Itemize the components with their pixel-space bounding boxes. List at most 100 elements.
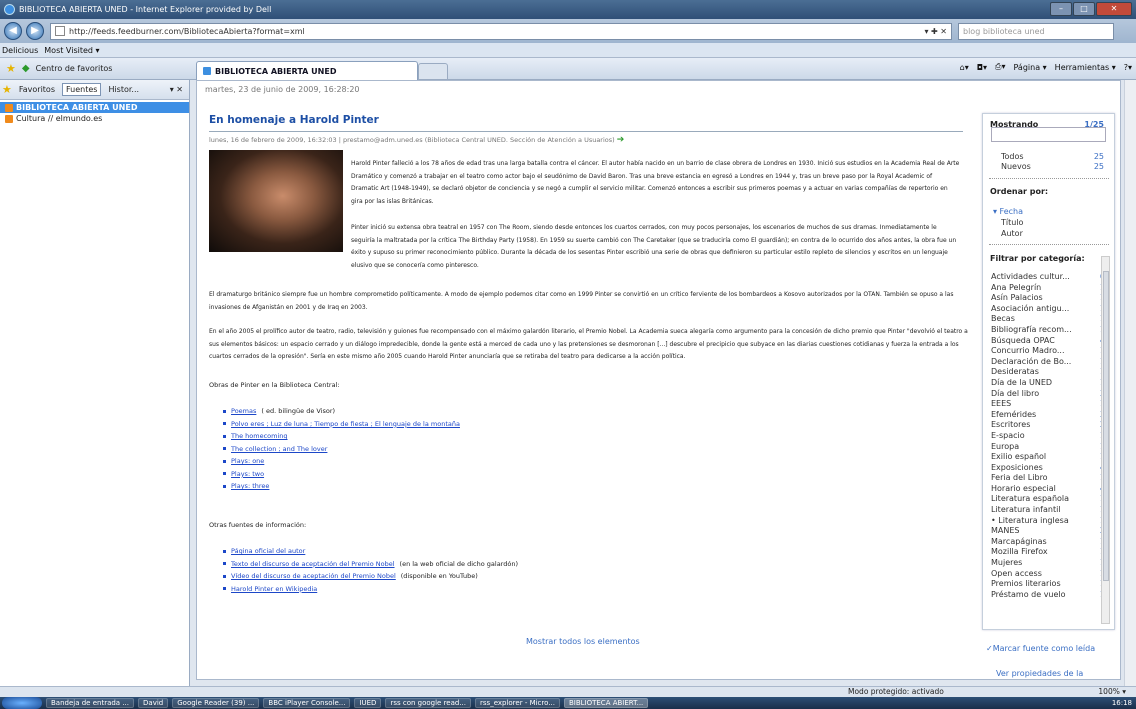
taskbar-item[interactable]: rss con google read... — [385, 698, 472, 708]
source-link[interactable]: Vídeo del discurso de aceptación del Pre… — [231, 572, 396, 580]
category-item[interactable]: Marcapáginas1 — [991, 537, 1107, 548]
category-item[interactable]: Literatura infantil1 — [991, 505, 1107, 516]
category-item[interactable]: Literatura española1 — [991, 494, 1107, 505]
category-item[interactable]: EEES1 — [991, 399, 1107, 410]
forward-button[interactable]: ▶ — [26, 22, 44, 40]
category-item[interactable]: Europa1 — [991, 442, 1107, 453]
tab-fuentes[interactable]: Fuentes — [61, 83, 102, 96]
feeds-icon[interactable]: ◘▾ — [977, 63, 987, 72]
filter-todos[interactable]: Todos — [1001, 152, 1024, 161]
refresh-stop-icons[interactable]: ▾ ✚ ✕ — [920, 27, 951, 36]
article-title[interactable]: En homenaje a Harold Pinter — [209, 114, 379, 126]
source-item: Harold Pinter en Wikipedia — [223, 583, 518, 596]
taskbar-item[interactable]: BBC iPlayer Console... — [263, 698, 351, 708]
feed-item-biblioteca[interactable]: BIBLIOTECA ABIERTA UNED — [0, 102, 189, 113]
view-properties-link[interactable]: Ver propiedades de la — [996, 669, 1083, 678]
article-paragraph-3: El dramaturgo británico siempre fue un h… — [209, 291, 954, 311]
category-item[interactable]: Horario especial4 — [991, 484, 1107, 495]
category-item[interactable]: Exilio español1 — [991, 452, 1107, 463]
source-link[interactable]: Texto del discurso de aceptación del Pre… — [231, 560, 395, 568]
category-item[interactable]: Becas1 — [991, 314, 1107, 325]
category-item[interactable]: Préstamo de vuelo1 — [991, 590, 1107, 601]
taskbar-item[interactable]: Bandeja de entrada ... — [46, 698, 135, 708]
taskbar-item[interactable]: Google Reader (39) ... — [172, 698, 260, 708]
sort-fecha[interactable]: ▾ Fecha — [993, 207, 1023, 216]
add-favorite-icon[interactable]: ◆ — [22, 63, 30, 74]
go-arrow-icon[interactable]: ➔ — [617, 135, 625, 145]
category-item[interactable]: Día del libro3 — [991, 389, 1107, 400]
category-item[interactable]: Escritores2 — [991, 420, 1107, 431]
category-item[interactable]: Mujeres1 — [991, 558, 1107, 569]
source-link[interactable]: Harold Pinter en Wikipedia — [231, 585, 317, 593]
taskbar-item[interactable]: BIBLIOTECA ABIERT... — [563, 698, 649, 708]
work-link[interactable]: The collection ; and The lover — [231, 445, 327, 453]
category-item[interactable]: Premios literarios1 — [991, 579, 1107, 590]
sort-titulo[interactable]: Título — [1001, 218, 1023, 227]
category-label: Declaración de Bo... — [991, 356, 1072, 366]
work-link[interactable]: Plays: one — [231, 457, 264, 465]
link-delicious[interactable]: Delicious — [2, 46, 38, 55]
category-item[interactable]: Asociación antigu...1 — [991, 304, 1107, 315]
link-most-visited[interactable]: Most Visited ▾ — [44, 46, 99, 55]
work-link[interactable]: Plays: three — [231, 482, 269, 490]
tab-biblioteca[interactable]: BIBLIOTECA ABIERTA UNED — [196, 61, 418, 80]
taskbar-item-label: IUED — [359, 699, 377, 707]
filter-nuevos[interactable]: Nuevos — [1001, 162, 1031, 171]
favorites-star-icon[interactable]: ★ — [6, 62, 16, 75]
page-scrollbar[interactable] — [1124, 80, 1136, 686]
favorites-center[interactable]: ★ ◆ Centro de favoritos — [6, 62, 112, 75]
pane-close-icon[interactable]: ▾ ✕ — [170, 85, 189, 94]
category-item[interactable]: Actividades cultur...6 — [991, 272, 1107, 283]
source-link[interactable]: Página oficial del autor — [231, 547, 305, 555]
mark-feed-read-link[interactable]: ✓Marcar fuente como leída — [986, 643, 1102, 654]
category-item[interactable]: Declaración de Bo...1 — [991, 357, 1107, 368]
zoom-level[interactable]: 100% ▾ — [1098, 687, 1126, 696]
work-link[interactable]: The homecoming — [231, 432, 288, 440]
taskbar-item[interactable]: IUED — [354, 698, 382, 708]
address-bar[interactable]: http://feeds.feedburner.com/BibliotecaAb… — [50, 22, 952, 40]
category-item[interactable]: Feria del Libro1 — [991, 473, 1107, 484]
new-tab-button[interactable] — [418, 63, 448, 80]
tab-historial[interactable]: Histor... — [104, 83, 143, 96]
filter-search-input[interactable] — [991, 127, 1106, 142]
work-link[interactable]: Plays: two — [231, 470, 264, 478]
category-item[interactable]: Efemérides3 — [991, 410, 1107, 421]
category-item[interactable]: • Literatura inglesa1 — [991, 516, 1107, 527]
home-icon[interactable]: ⌂▾ — [960, 63, 969, 72]
taskbar-item[interactable]: David — [138, 698, 169, 708]
close-button[interactable]: ✕ — [1096, 2, 1132, 16]
scrollbar-thumb[interactable] — [1103, 271, 1109, 581]
taskbar-item[interactable]: rss_explorer - Micro... — [475, 698, 560, 708]
category-item[interactable]: Mozilla Firefox1 — [991, 547, 1107, 558]
search-input[interactable]: blog biblioteca uned — [958, 22, 1114, 40]
category-item[interactable]: Concurrio Madro...1 — [991, 346, 1107, 357]
category-item[interactable]: Ana Pelegrín1 — [991, 283, 1107, 294]
category-item[interactable]: Día de la UNED1 — [991, 378, 1107, 389]
maximize-button[interactable]: □ — [1073, 2, 1095, 16]
category-scrollbar[interactable] — [1101, 256, 1110, 624]
start-button[interactable] — [2, 697, 42, 709]
category-item[interactable]: E-spacio1 — [991, 431, 1107, 442]
show-all-link[interactable]: Mostrar todos los elementos — [526, 637, 640, 646]
category-item[interactable]: Exposiciones4 — [991, 463, 1107, 474]
page-menu[interactable]: Página ▾ — [1013, 63, 1046, 72]
help-icon[interactable]: ?▾ — [1124, 63, 1132, 72]
sort-autor[interactable]: Autor — [1001, 229, 1023, 238]
protected-mode-status[interactable]: Modo protegido: activado — [848, 687, 944, 696]
clock[interactable]: 16:18 — [1112, 699, 1132, 707]
back-button[interactable]: ◀ — [4, 22, 22, 40]
category-item[interactable]: Desideratas1 — [991, 367, 1107, 378]
tools-menu[interactable]: Herramientas ▾ — [1055, 63, 1116, 72]
category-item[interactable]: Open access1 — [991, 569, 1107, 580]
minimize-button[interactable]: – — [1050, 2, 1072, 16]
category-item[interactable]: MANES2 — [991, 526, 1107, 537]
category-item[interactable]: Búsqueda OPAC4 — [991, 336, 1107, 347]
work-link[interactable]: Polvo eres ; Luz de luna ; Tiempo de fie… — [231, 420, 460, 428]
divider — [989, 244, 1109, 245]
feed-item-cultura[interactable]: Cultura // elmundo.es — [0, 113, 189, 124]
category-item[interactable]: Bibliografía recom...1 — [991, 325, 1107, 336]
tab-favoritos[interactable]: Favoritos — [15, 83, 59, 96]
category-item[interactable]: Asín Palacios1 — [991, 293, 1107, 304]
print-icon[interactable]: ⎙▾ — [995, 62, 1005, 72]
work-link[interactable]: Poemas — [231, 407, 256, 415]
